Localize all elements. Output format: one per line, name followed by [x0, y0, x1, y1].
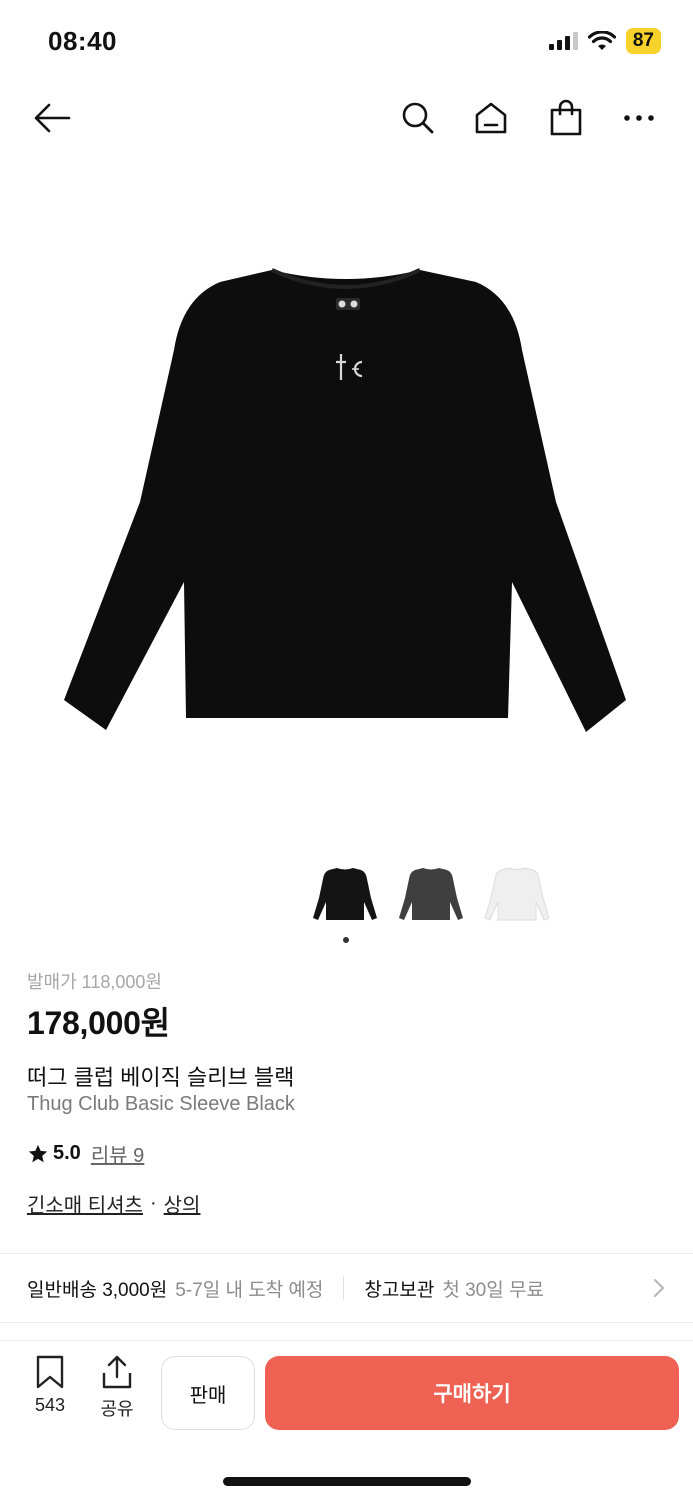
back-arrow-icon [34, 103, 71, 133]
battery-indicator: 87 [625, 28, 661, 54]
standard-shipping-label: 일반배송 3,000원 [27, 1279, 168, 1301]
home-icon [475, 102, 507, 134]
star-icon [28, 1144, 48, 1162]
category-link-tops[interactable]: 상의 [164, 1189, 201, 1218]
shopping-bag-icon [550, 99, 582, 136]
chevron-right-icon [654, 1279, 664, 1297]
sell-button[interactable]: 판매 [161, 1356, 255, 1430]
save-button[interactable]: 543 [22, 1355, 78, 1416]
top-nav [0, 88, 693, 148]
shipping-options-row[interactable]: 일반배송 3,000원 5-7일 내 도착 예정 창고보관 첫 30일 무료 [0, 1254, 693, 1322]
carousel-page-indicator [343, 937, 349, 943]
back-button[interactable] [28, 94, 76, 142]
long-sleeve-shirt-image [64, 268, 626, 732]
share-label: 공유 [100, 1399, 134, 1419]
shopping-bag-button[interactable] [542, 94, 590, 142]
more-button[interactable] [615, 94, 663, 142]
share-button[interactable]: 공유 [89, 1355, 145, 1421]
thumbnail-white[interactable] [482, 860, 552, 924]
home-indicator [223, 1477, 471, 1486]
search-button[interactable] [394, 94, 442, 142]
product-name-korean: 떠그 클럽 베이직 슬리브 블랙 [27, 1065, 295, 1090]
save-count: 543 [34, 1395, 66, 1415]
thumbnail-black[interactable] [310, 860, 380, 924]
search-icon [402, 102, 434, 134]
bookmark-icon [36, 1355, 64, 1389]
rating-score: 5.0 [53, 1142, 81, 1164]
product-main-image[interactable] [56, 230, 636, 750]
share-icon [102, 1355, 132, 1389]
product-name-english: Thug Club Basic Sleeve Black [27, 1093, 295, 1115]
home-button[interactable] [467, 94, 515, 142]
more-icon [624, 115, 654, 121]
vertical-separator [343, 1276, 345, 1300]
status-bar: 08:40 87 [0, 0, 693, 80]
divider [0, 1322, 693, 1323]
shirt-thumbnail-icon [399, 868, 463, 920]
review-link[interactable]: 리뷰 9 [91, 1139, 144, 1168]
shirt-thumbnail-icon [484, 867, 550, 921]
category-link-long-sleeve[interactable]: 긴소매 티셔츠 [27, 1189, 143, 1218]
signal-icon [548, 32, 578, 50]
bottom-action-bar: 543 공유 판매 구매하기 [0, 1340, 693, 1440]
shirt-thumbnail-icon [313, 868, 377, 920]
color-thumbnails [310, 860, 552, 924]
release-price: 발매가 118,000원 [27, 972, 162, 992]
status-icons: 87 [548, 28, 661, 54]
category-breadcrumb: 긴소매 티셔츠 · 상의 [27, 1189, 667, 1218]
category-separator: · [149, 1192, 157, 1214]
standard-shipping-eta: 5-7일 내 도착 예정 [175, 1279, 324, 1301]
wifi-icon [587, 31, 616, 50]
warehouse-storage-note: 첫 30일 무료 [442, 1279, 544, 1301]
buy-button[interactable]: 구매하기 [265, 1356, 679, 1430]
rating-row: 5.0 리뷰 9 [27, 1139, 667, 1168]
status-time: 08:40 [48, 26, 117, 56]
current-price: 178,000원 [27, 1005, 170, 1041]
thumbnail-charcoal[interactable] [396, 860, 466, 924]
warehouse-storage-label: 창고보관 [364, 1279, 435, 1301]
